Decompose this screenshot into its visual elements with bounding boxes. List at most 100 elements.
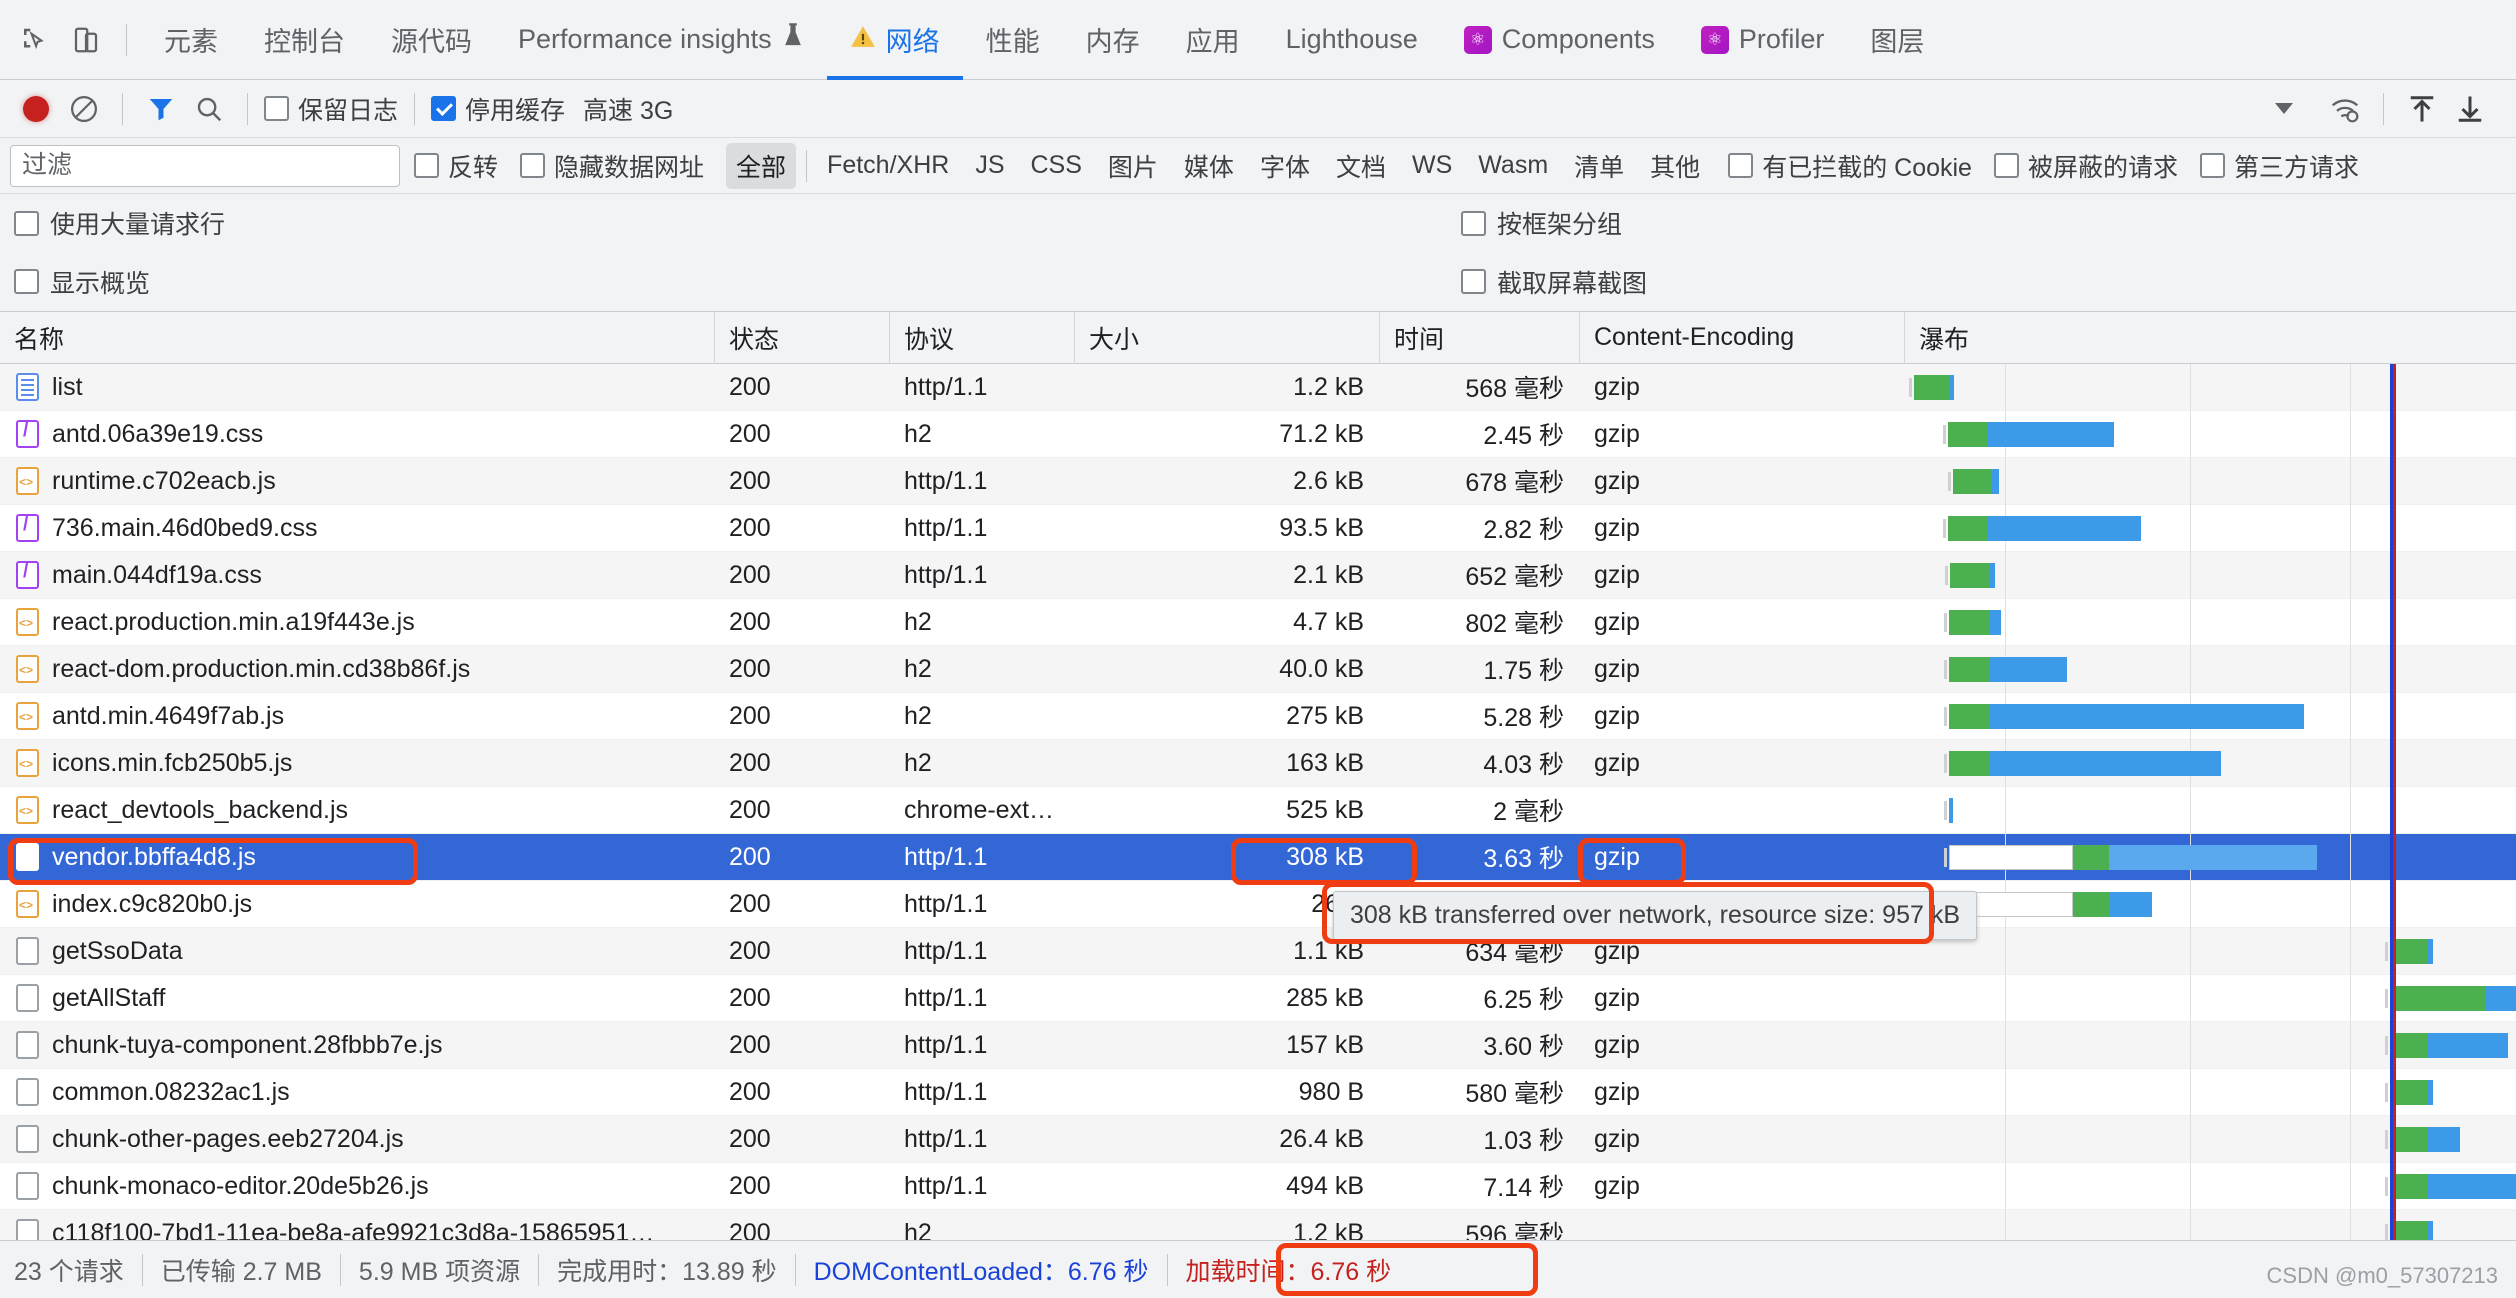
waterfall-download-segment: [2109, 844, 2317, 870]
blocked-cookies-checkbox[interactable]: 有已拦截的 Cookie: [1728, 148, 1972, 184]
waterfall-gridline: [2350, 410, 2351, 458]
column-header-encoding[interactable]: Content-Encoding: [1580, 312, 1905, 364]
disable-cache-checkbox[interactable]: 停用缓存: [431, 91, 565, 127]
third-party-checkbox[interactable]: 第三方请求: [2199, 148, 2359, 184]
type-filter-all[interactable]: 全部: [726, 142, 797, 189]
tab-label: Performance insights: [518, 24, 772, 54]
column-header-status[interactable]: 状态: [715, 312, 890, 364]
cell-protocol: http/1.1: [904, 466, 988, 495]
waterfall-download-segment: [1990, 609, 2001, 635]
invert-checkbox[interactable]: 反转: [414, 148, 498, 184]
inspect-element-icon[interactable]: [8, 14, 60, 66]
request-name: antd.min.4649f7ab.js: [52, 701, 285, 730]
big-request-rows-checkbox[interactable]: 使用大量请求行: [14, 205, 225, 241]
table-row[interactable]: chunk-other-pages.eeb27204.js 200 http/1.1…: [0, 1115, 2516, 1163]
waterfall-connection-tick: [1944, 800, 1947, 820]
react-badge-icon: ⚛: [1700, 25, 1729, 54]
clear-icon[interactable]: [62, 87, 106, 131]
type-filter-css[interactable]: CSS: [1021, 146, 1092, 185]
table-row[interactable]: common.08232ac1.js 200 http/1.1 980 B 580 毫秒…: [0, 1068, 2516, 1116]
throttling-select-value[interactable]: 高速 3G: [583, 91, 673, 127]
record-stop-icon[interactable]: [14, 87, 58, 131]
table-row[interactable]: vendor.bbffa4d8.js 200 http/1.1 308 kB 3.63 …: [0, 833, 2516, 881]
table-row[interactable]: list 200 http/1.1 1.2 kB 568 毫秒 gzip: [0, 363, 2516, 411]
cell-name: react_devtools_backend.js: [0, 787, 715, 834]
type-filter-wasm[interactable]: Wasm: [1468, 146, 1558, 185]
table-row[interactable]: main.044df19a.css 200 http/1.1 2.1 kB 652 毫秒…: [0, 551, 2516, 599]
download-arrow-icon[interactable]: [2448, 87, 2492, 131]
type-filter-js[interactable]: JS: [965, 146, 1014, 185]
load-event-marker: [2393, 974, 2396, 1022]
waterfall-bar: [1949, 656, 2067, 682]
table-row[interactable]: react-dom.production.min.cd38b86f.js 200 h…: [0, 645, 2516, 693]
table-row[interactable]: react.production.min.a19f443e.js 200 h2 4.7…: [0, 598, 2516, 646]
tab-layers[interactable]: 图层: [1847, 0, 1947, 80]
table-row[interactable]: chunk-monaco-editor.20de5b26.js 200 http/1…: [0, 1162, 2516, 1210]
column-header-waterfall[interactable]: 瀑布: [1905, 312, 2516, 364]
search-input[interactable]: [10, 144, 400, 187]
tab-performance[interactable]: 性能: [963, 0, 1063, 80]
table-row[interactable]: chunk-tuya-component.28fbbb7e.js 200 http/…: [0, 1021, 2516, 1069]
preserve-log-checkbox[interactable]: 保留日志: [264, 91, 398, 127]
table-row[interactable]: 736.main.46d0bed9.css 200 http/1.1 93.5 kB 2…: [0, 504, 2516, 552]
tab-components[interactable]: ⚛ Components: [1441, 0, 1678, 80]
waterfall-gridline: [2350, 974, 2351, 1022]
type-filter-manifest[interactable]: 清单: [1564, 143, 1634, 189]
blocked-requests-checkbox[interactable]: 被屏蔽的请求: [1993, 148, 2178, 184]
tab-profiler[interactable]: ⚛ Profiler: [1678, 0, 1848, 80]
cell-protocol: http/1.1: [904, 513, 988, 542]
type-filter-font[interactable]: 字体: [1250, 143, 1320, 189]
group-by-frame-checkbox[interactable]: 按框架分组: [1461, 205, 1622, 241]
cell-status: 200: [729, 701, 771, 730]
request-name: chunk-tuya-component.28fbbb7e.js: [52, 1030, 443, 1059]
tab-elements[interactable]: 元素: [141, 0, 241, 80]
tab-network[interactable]: 网络: [826, 0, 963, 80]
tab-label: 源代码: [391, 27, 472, 57]
tabbar-divider: [126, 23, 127, 56]
tab-performance-insights[interactable]: Performance insights: [495, 0, 827, 80]
type-filter-doc[interactable]: 文档: [1326, 143, 1396, 189]
device-toolbar-icon[interactable]: [60, 14, 112, 66]
capture-screenshots-checkbox[interactable]: 截取屏幕截图: [1461, 264, 1647, 300]
table-row[interactable]: antd.min.4649f7ab.js 200 h2 275 kB 5.28 秒 gzi…: [0, 692, 2516, 740]
type-filter-img[interactable]: 图片: [1098, 143, 1168, 189]
type-filter-other[interactable]: 其他: [1640, 143, 1710, 189]
type-filter-media[interactable]: 媒体: [1174, 143, 1244, 189]
table-row[interactable]: getSsoData 200 http/1.1 1.1 kB 634 毫秒 gzip: [0, 927, 2516, 975]
tab-memory[interactable]: 内存: [1063, 0, 1163, 80]
cell-size: 4.7 kB: [1293, 607, 1364, 636]
table-row[interactable]: runtime.c702eacb.js 200 http/1.1 2.6 kB 678 …: [0, 457, 2516, 505]
waterfall-connection-tick: [2385, 1223, 2388, 1240]
cell-status: 200: [729, 1030, 771, 1059]
table-row[interactable]: icons.min.fcb250b5.js 200 h2 163 kB 4.03 秒 gz…: [0, 739, 2516, 787]
table-row[interactable]: index.c9c820b0.js200http/1.126…: [0, 880, 2516, 928]
hide-data-urls-checkbox[interactable]: 隐藏数据网址: [520, 148, 704, 184]
chevron-down-icon[interactable]: [2275, 103, 2293, 114]
table-row[interactable]: antd.06a39e19.css 200 h2 71.2 kB 2.45 秒 gzip: [0, 410, 2516, 458]
table-row[interactable]: getAllStaff 200 http/1.1 285 kB 6.25 秒 gzip: [0, 974, 2516, 1022]
cell-waterfall: [1905, 1115, 2516, 1163]
request-name: react_devtools_backend.js: [52, 795, 349, 824]
type-filter-ws[interactable]: WS: [1402, 146, 1462, 185]
search-icon[interactable]: [187, 87, 231, 131]
show-overview-checkbox[interactable]: 显示概览: [14, 264, 150, 300]
table-row[interactable]: react_devtools_backend.js 200 chrome-ext… 5…: [0, 786, 2516, 834]
request-name: react-dom.production.min.cd38b86f.js: [52, 654, 471, 683]
column-header-protocol[interactable]: 协议: [890, 312, 1075, 364]
waterfall-download-segment: [2428, 1126, 2460, 1152]
column-header-size[interactable]: 大小: [1075, 312, 1380, 364]
waterfall-waiting-segment: [1949, 656, 1989, 682]
wifi-settings-icon[interactable]: [2323, 87, 2367, 131]
tab-sources[interactable]: 源代码: [368, 0, 495, 80]
table-row[interactable]: c118f100-7bd1-11ea-be8a-afe9921c3d8a-158…: [0, 1209, 2516, 1240]
tab-application[interactable]: 应用: [1163, 0, 1263, 80]
waterfall-gridline: [2005, 551, 2006, 599]
tab-label: 网络: [885, 27, 940, 57]
upload-arrow-icon[interactable]: [2400, 87, 2444, 131]
column-header-name[interactable]: 名称: [0, 312, 715, 364]
tab-lighthouse[interactable]: Lighthouse: [1263, 0, 1441, 80]
tab-console[interactable]: 控制台: [241, 0, 368, 80]
funnel-icon[interactable]: [139, 87, 183, 131]
type-filter-fetch-xhr[interactable]: Fetch/XHR: [817, 146, 959, 185]
column-header-time[interactable]: 时间: [1380, 312, 1580, 364]
